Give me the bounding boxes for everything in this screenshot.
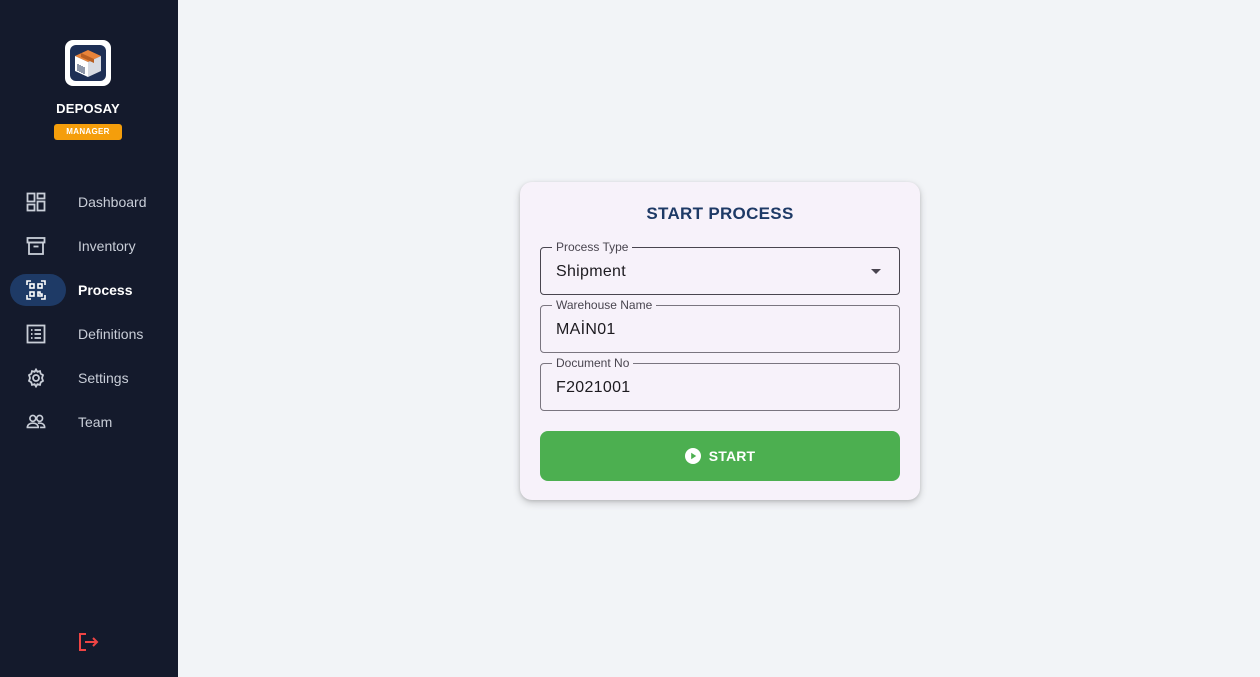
sidebar-item-definitions[interactable]: Definitions [10,318,166,350]
process-type-select[interactable]: Process Type Shipment [540,240,900,295]
brand-name: DEPOSAY [56,101,120,116]
sidebar-item-dashboard[interactable]: Dashboard [10,186,166,218]
logout-button[interactable] [76,630,100,654]
warehouse-name-value: MAİN01 [556,321,616,338]
logout-icon [79,633,99,651]
list-icon [26,324,46,344]
sidebar-item-label: Settings [78,370,129,386]
process-type-value: Shipment [556,263,626,280]
sidebar: DEPOSAY MANAGER Dashboard Inventory Proc… [0,0,178,677]
sidebar-item-label: Dashboard [78,194,147,210]
gear-icon [26,368,46,388]
sidebar-item-label: Inventory [78,238,136,254]
sidebar-item-label: Team [78,414,113,430]
start-button-label: START [708,448,756,464]
play-circle-icon [684,448,701,464]
team-icon [26,412,46,432]
sidebar-item-label: Process [78,282,133,298]
box-logo-icon [70,45,106,81]
archive-box-icon [26,236,46,256]
document-no-value: F2021001 [556,379,631,396]
sidebar-item-inventory[interactable]: Inventory [10,230,166,262]
caret-down-icon [871,269,881,274]
document-no-field[interactable]: Document No F2021001 [540,356,900,411]
start-button[interactable]: START [540,431,900,481]
sidebar-item-team[interactable]: Team [10,406,166,438]
warehouse-name-field[interactable]: Warehouse Name MAİN01 [540,298,900,353]
sidebar-item-process[interactable]: Process [10,274,132,306]
qr-scan-icon [26,280,46,300]
card-title: START PROCESS [646,204,794,223]
app-logo [65,40,111,86]
sidebar-item-settings[interactable]: Settings [10,362,166,394]
start-process-card: START PROCESS Process Type Shipment Ware… [520,182,920,500]
role-badge: MANAGER [54,124,122,140]
dashboard-icon [26,192,46,212]
sidebar-item-label: Definitions [78,326,144,342]
